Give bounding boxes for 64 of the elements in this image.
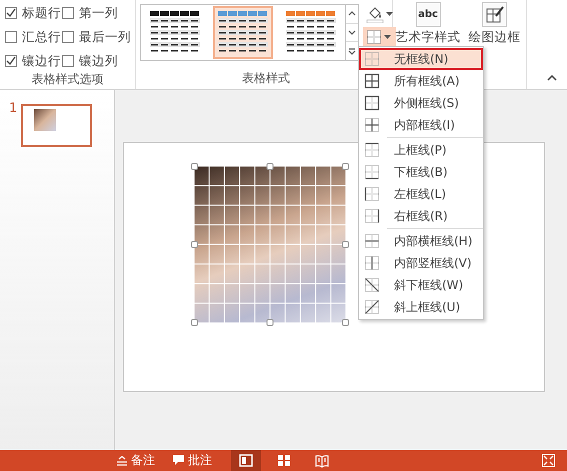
menu-item[interactable]: 下框线(B) xyxy=(359,161,483,183)
checkbox[interactable] xyxy=(5,7,17,19)
border-style-icon xyxy=(364,117,380,133)
checkbox-label: 最后一列 xyxy=(79,28,131,46)
notes-button[interactable]: 备注 xyxy=(112,450,160,471)
menu-item[interactable]: 内部竖框线(V) xyxy=(359,252,483,274)
slide-number: 1 xyxy=(9,101,18,116)
border-style-icon xyxy=(364,208,380,224)
border-style-icon xyxy=(364,186,380,202)
border-style-icon xyxy=(364,95,380,111)
borders-icon xyxy=(366,29,382,45)
checkbox-label: 汇总行 xyxy=(22,28,61,46)
draw-borders-button[interactable]: 绘图边框 xyxy=(468,29,520,46)
group-label: 表格样式选项 xyxy=(32,71,104,88)
wordart-styles-icon[interactable]: abc xyxy=(416,2,440,27)
checkbox[interactable] xyxy=(62,55,74,67)
table-style-thumbnail[interactable] xyxy=(213,6,273,59)
view-button[interactable] xyxy=(231,450,261,471)
checkbox-label: 标题行 xyxy=(22,4,61,22)
checkbox-label: 镶边行 xyxy=(22,52,61,70)
border-style-icon xyxy=(364,255,380,271)
menu-item[interactable]: 外侧框线(S) xyxy=(359,92,483,114)
reading-view-icon xyxy=(315,454,329,468)
menu-item[interactable]: 斜下框线(W) xyxy=(359,274,483,296)
border-style-icon xyxy=(364,164,380,180)
notes-icon xyxy=(117,456,127,466)
caret-down-icon xyxy=(348,29,356,36)
caret-icon xyxy=(386,12,393,16)
checkbox-label: 镶边列 xyxy=(79,52,118,70)
slide-sorter-icon xyxy=(277,454,291,468)
border-style-icon xyxy=(364,277,380,293)
checkbox[interactable] xyxy=(62,7,74,19)
border-style-icon xyxy=(364,233,380,249)
fit-to-window-icon[interactable] xyxy=(542,454,555,467)
caret-icon xyxy=(384,35,391,39)
menu-item[interactable]: 右框线(R) xyxy=(359,205,483,227)
menu-item[interactable]: 内部横框线(H) xyxy=(359,230,483,252)
menu-item[interactable]: 内部框线(I) xyxy=(359,114,483,136)
checkbox-label: 第一列 xyxy=(79,4,118,22)
border-style-icon xyxy=(364,51,380,67)
border-style-icon xyxy=(364,142,380,158)
border-style-icon xyxy=(364,73,380,89)
comments-button[interactable]: 批注 xyxy=(168,450,217,471)
photo-placeholder xyxy=(34,109,56,131)
checkbox[interactable] xyxy=(62,31,74,43)
checkbox[interactable] xyxy=(5,31,17,43)
menu-item[interactable]: 上框线(P) xyxy=(359,139,483,161)
borders-button[interactable] xyxy=(363,27,396,47)
normal-view-icon xyxy=(239,454,253,468)
slide-thumbnail[interactable] xyxy=(21,104,92,147)
checkbox[interactable] xyxy=(5,55,17,67)
comment-icon xyxy=(173,455,184,466)
expand-icon xyxy=(348,48,356,55)
caret-up-icon xyxy=(348,10,356,18)
group-label: 表格样式 xyxy=(242,70,290,87)
menu-item[interactable]: 斜上框线(U) xyxy=(359,296,483,318)
collapse-ribbon-icon[interactable] xyxy=(547,75,557,81)
menu-item[interactable]: 无框线(N) xyxy=(359,48,483,70)
menu-item[interactable]: 所有框线(A) xyxy=(359,70,483,92)
border-style-icon xyxy=(364,299,380,315)
paint-bucket-icon xyxy=(366,5,384,23)
wordart-styles-button[interactable]: 艺术字样式 xyxy=(396,29,460,46)
draw-borders-icon[interactable] xyxy=(482,2,507,27)
menu-item[interactable]: 左框线(L) xyxy=(359,183,483,205)
